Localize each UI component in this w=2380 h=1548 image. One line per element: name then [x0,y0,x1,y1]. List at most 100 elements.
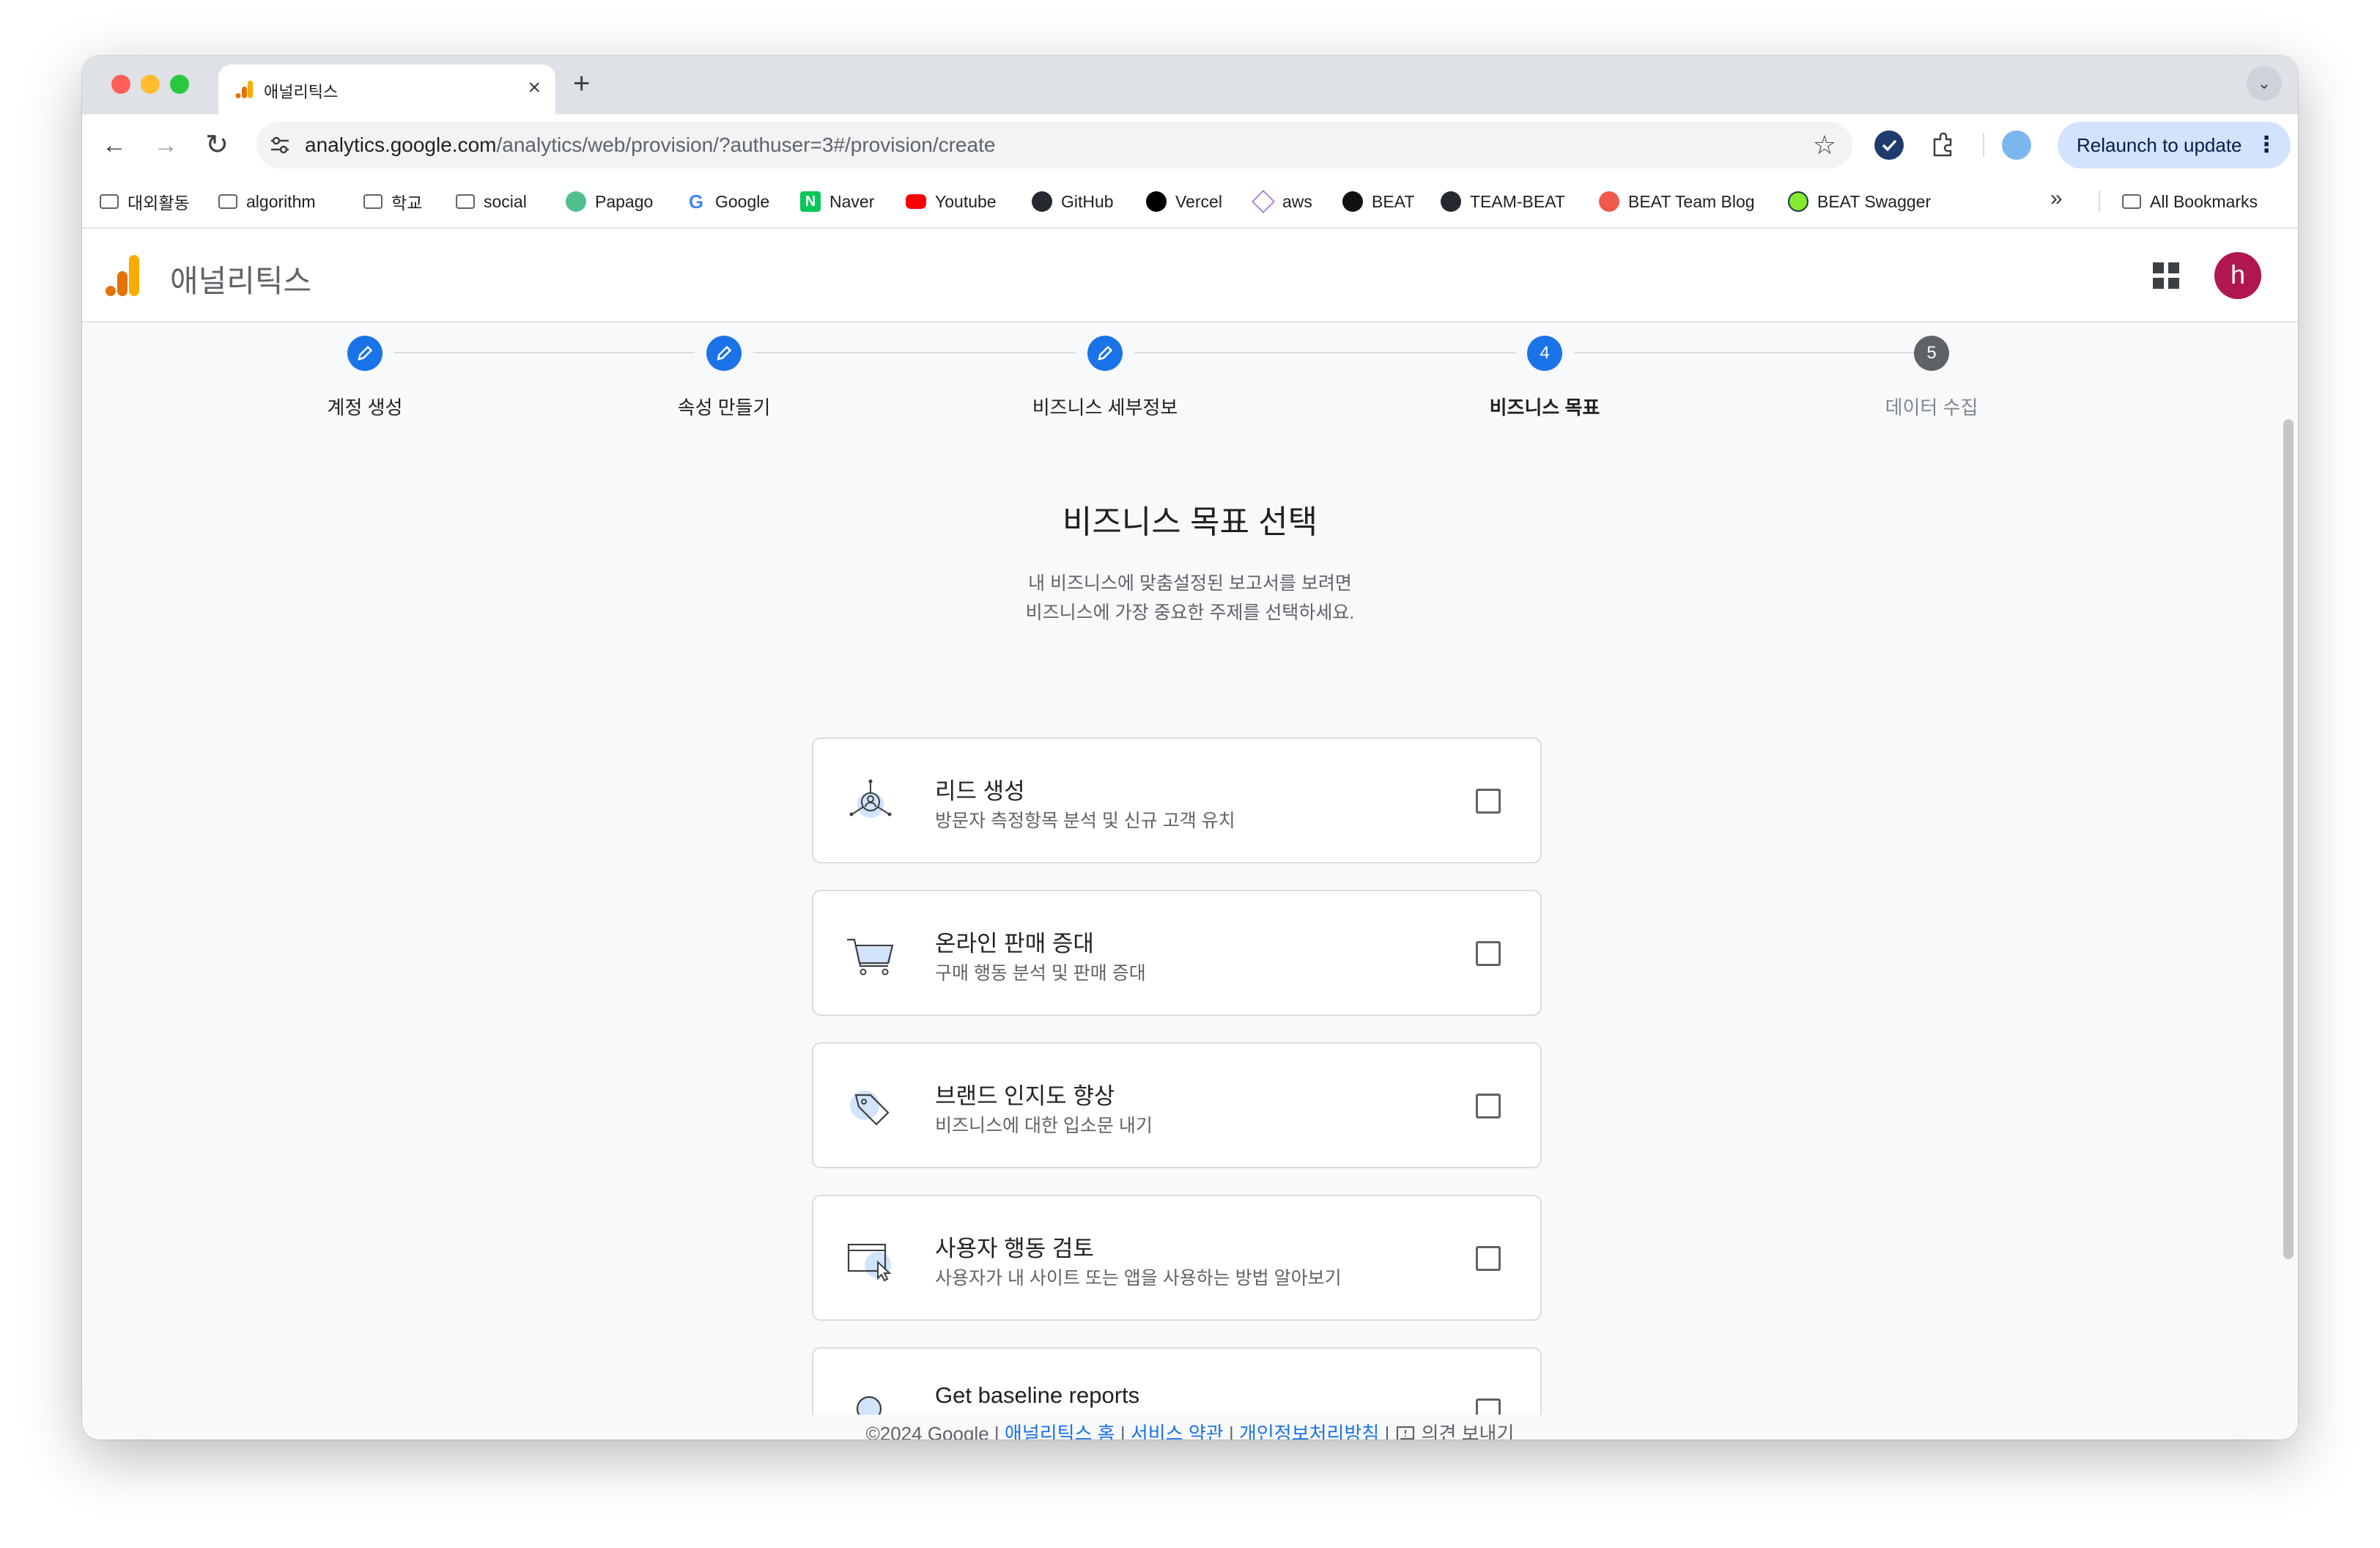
goal-card-lead-generation[interactable]: 리드 생성 방문자 측정항목 분석 및 신규 고객 유치 [812,737,1542,863]
extensions-puzzle-icon[interactable] [1929,130,1958,160]
page-description: 내 비즈니스에 맞춤설정된 보고서를 보려면 비즈니스에 가장 중요한 주제를 … [1025,573,1355,623]
step-connector [394,352,695,353]
bookmark-item[interactable]: Vercel [1146,189,1222,214]
aws-icon [1252,190,1275,213]
bookmark-item[interactable]: N Naver [800,189,874,214]
step-1-edit-icon[interactable] [347,336,382,371]
tab-search-button[interactable]: ⌄ [2247,66,2282,101]
close-window-button[interactable] [111,75,130,94]
bookmark-item[interactable]: 대외활동 [100,189,190,214]
app-title[interactable]: 애널리틱스 [170,257,311,301]
bookmarks-bar: 대외활동 algorithm 학교 social Papago G Google … [82,176,2298,229]
github-icon [1032,191,1052,212]
papago-icon [566,191,586,212]
toolbar-separator [1983,133,1984,157]
analytics-home-link[interactable]: 애널리틱스 홈 [1005,1423,1115,1440]
analytics-logo-icon[interactable] [104,254,142,298]
bookmark-item[interactable]: aws [1252,189,1312,214]
folder-icon [218,194,237,209]
forward-button[interactable]: → [148,128,183,163]
swagger-icon [1788,191,1808,212]
step-label-account[interactable]: 계정 생성 [248,393,482,420]
tag-icon [850,1091,890,1126]
relaunch-to-update-button[interactable]: Relaunch to update ⋮ [2058,122,2291,169]
page-scrollbar[interactable] [2283,419,2294,1259]
vercel-icon [1146,191,1167,212]
step-connector [753,352,1076,353]
bookmark-item[interactable]: 학교 [363,189,422,214]
feedback-button[interactable]: 의견 보내기 [1395,1423,1514,1440]
bookmark-item[interactable]: BEAT Team Blog [1599,189,1755,214]
page-footer: ©2024 Google | 애널리틱스 홈 | 서비스 약관 | 개인정보처리… [82,1419,2298,1440]
step-3-edit-icon[interactable] [1087,336,1123,371]
feedback-icon [1396,1426,1414,1440]
bookmark-item[interactable]: TEAM-BEAT [1441,189,1565,214]
cart-icon [847,938,894,976]
analytics-favicon-icon [235,81,253,98]
tab-strip: 애널리틱스 × + ⌄ [82,56,2298,114]
folder-icon [363,194,382,209]
site-settings-icon[interactable] [267,132,293,158]
address-bar[interactable]: analytics.google.com/analytics/web/provi… [256,122,1852,169]
step-2-edit-icon[interactable] [706,336,742,371]
step-label-data-collection: 데이터 수집 [1885,397,1978,419]
naver-icon: N [800,191,821,212]
step-label-business-goals: 비즈니스 목표 [1489,397,1600,419]
goal-card-online-sales[interactable]: 온라인 판매 증대 구매 행동 분석 및 판매 증대 [812,890,1542,1016]
step-5-number: 5 [1914,336,1949,371]
folder-icon [100,194,119,209]
github-icon [1441,191,1461,212]
goal-checkbox-user-behavior[interactable] [1476,1246,1501,1271]
back-button[interactable]: ← [97,128,132,163]
tab-title: 애널리틱스 [264,83,339,101]
goal-checkbox-brand-awareness[interactable] [1476,1094,1501,1118]
beat-icon [1342,191,1363,212]
reload-button[interactable]: ↻ [199,128,234,163]
all-bookmarks-button[interactable]: All Bookmarks [2122,189,2258,214]
lead-icon [849,779,892,818]
more-bookmarks-icon[interactable]: » [2050,186,2063,211]
bookmark-item[interactable]: Youtube [906,189,997,214]
step-label-business-details[interactable]: 비즈니스 세부정보 [988,393,1222,420]
extension-check-icon[interactable] [1874,130,1904,160]
new-tab-button[interactable]: + [573,67,590,100]
page-title: 비즈니스 목표 선택 [1062,504,1318,540]
goal-checkbox-online-sales[interactable] [1476,941,1501,966]
bookmark-item[interactable]: BEAT [1342,189,1414,214]
more-menu-icon[interactable]: ⋮ [2255,122,2277,169]
bookmark-star-icon[interactable]: ☆ [1813,128,1836,163]
profile-icon[interactable] [2002,130,2031,160]
close-tab-icon[interactable]: × [528,75,541,101]
bookmark-item[interactable]: social [456,189,527,214]
step-connector [1134,352,1515,353]
step-connector [1574,352,1940,353]
bookmarks-separator [2099,191,2100,213]
step-4-number: 4 [1527,336,1562,371]
step-label-property[interactable]: 속성 만들기 [607,393,841,420]
folder-icon [456,194,475,209]
main-content: 4 5 계정 생성 속성 만들기 비즈니스 세부정보 비즈니스 목표 데이터 수… [82,322,2298,1440]
apps-grid-icon[interactable] [2151,261,2181,290]
goal-card-user-behavior[interactable]: 사용자 행동 검토 사용자가 내 사이트 또는 앱을 사용하는 방법 알아보기 [812,1195,1542,1321]
maximize-window-button[interactable] [170,75,189,94]
google-icon: G [688,191,704,213]
bookmark-item[interactable]: BEAT Swagger [1788,189,1931,214]
bookmark-item[interactable]: Papago [566,189,653,214]
url-text[interactable]: analytics.google.com/analytics/web/provi… [305,133,995,157]
bookmark-item[interactable]: GitHub [1032,189,1114,214]
folder-icon [2122,194,2141,209]
bookmark-item[interactable]: G Google [686,189,769,214]
analytics-header: 애널리틱스 h [82,229,2298,322]
browser-window: 애널리틱스 × + ⌄ ← → ↻ analytics.google.com/a… [82,56,2298,1440]
account-avatar[interactable]: h [2214,252,2261,299]
minimize-window-button[interactable] [141,75,160,94]
goal-card-brand-awareness[interactable]: 브랜드 인지도 향상 비즈니스에 대한 입소문 내기 [812,1042,1542,1168]
privacy-link[interactable]: 개인정보처리방침 [1239,1423,1379,1440]
browser-toolbar: ← → ↻ analytics.google.com/analytics/web… [82,114,2298,176]
goal-checkbox-lead-generation[interactable] [1476,789,1501,814]
youtube-icon [906,194,926,209]
cursor-window-icon [847,1243,892,1282]
terms-link[interactable]: 서비스 약관 [1131,1423,1224,1440]
bookmark-item[interactable]: algorithm [218,189,316,214]
browser-tab-active[interactable]: 애널리틱스 × [218,64,555,114]
